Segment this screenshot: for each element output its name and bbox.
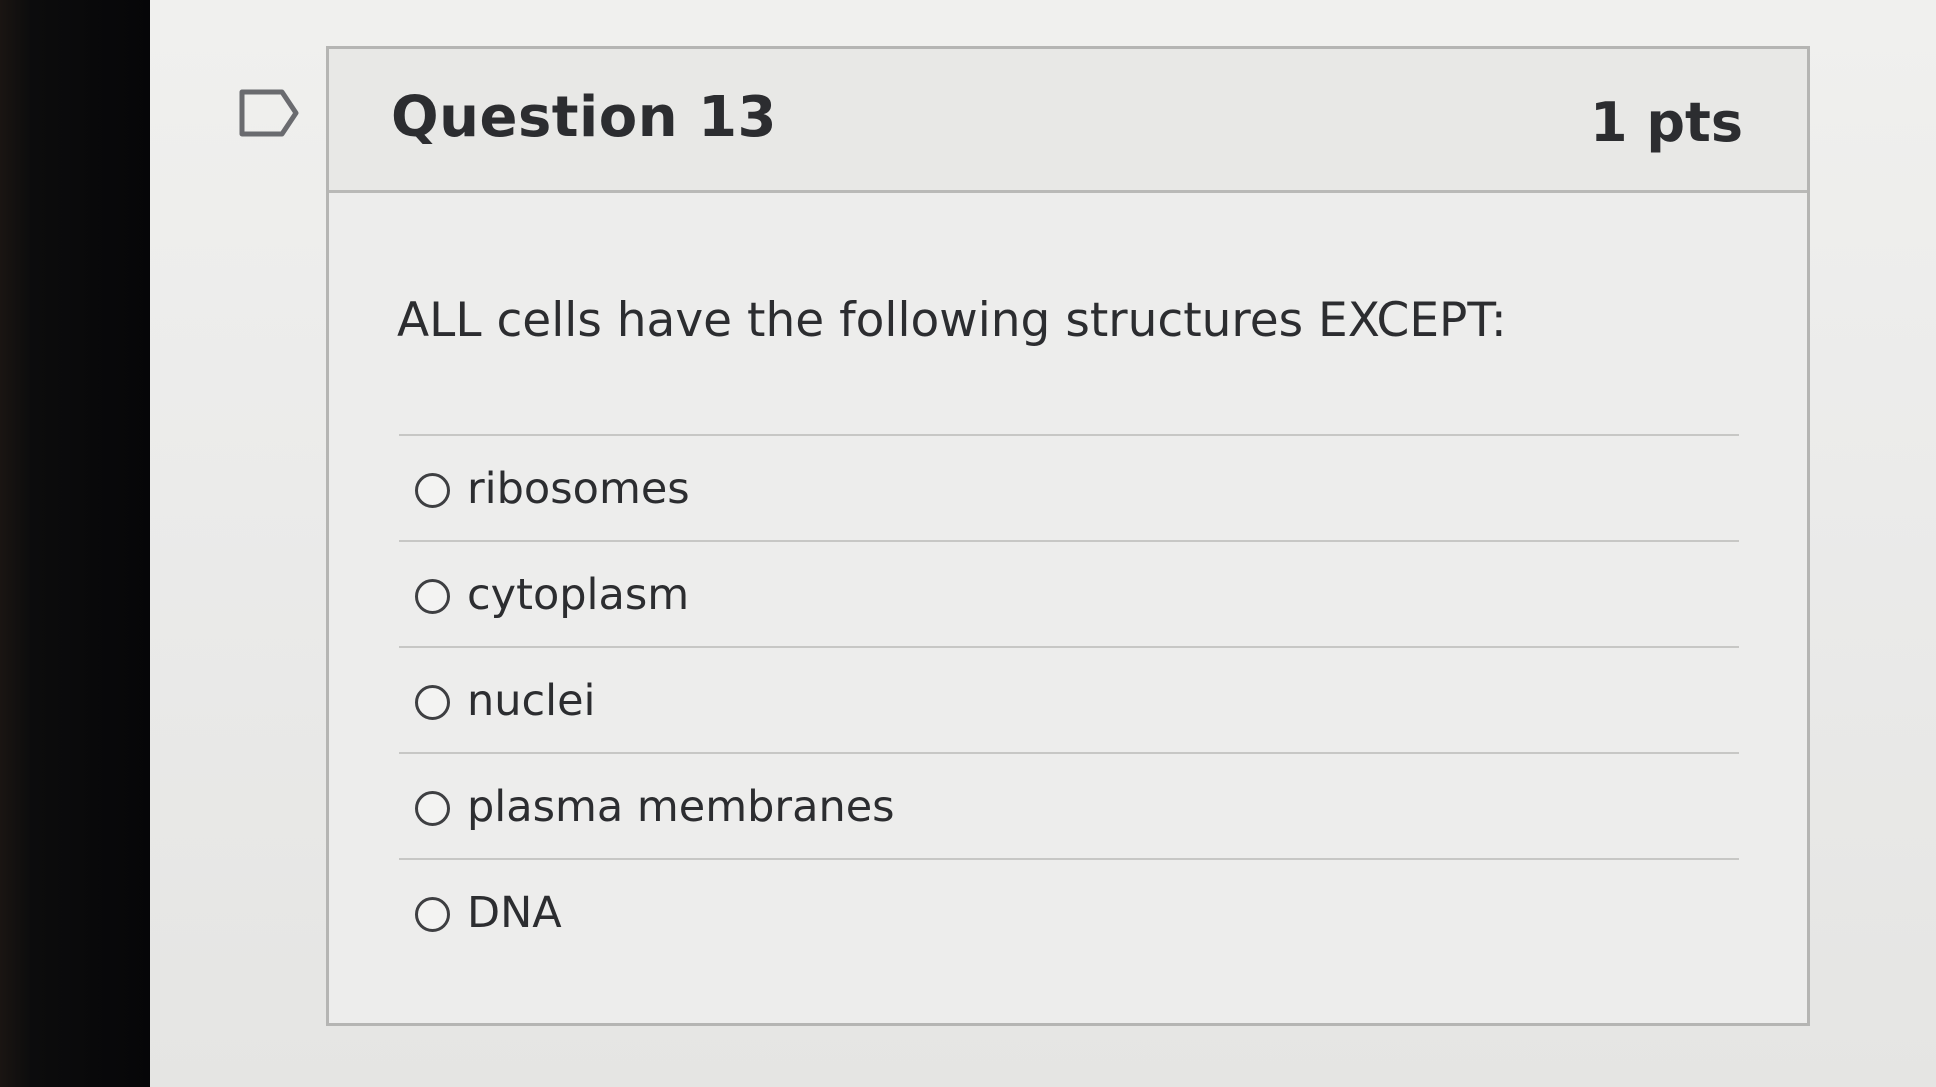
answer-option[interactable]: nuclei (399, 648, 1739, 754)
question-prompt: ALL cells have the following structures … (397, 293, 1507, 348)
answer-option[interactable]: DNA (399, 860, 1739, 966)
answer-label[interactable]: cytoplasm (467, 570, 689, 620)
answer-option[interactable]: cytoplasm (399, 542, 1739, 648)
monitor-bezel (0, 0, 175, 1087)
answer-list: ribosomes cytoplasm nuclei plasma membra… (399, 434, 1739, 966)
answer-label[interactable]: nuclei (467, 676, 596, 726)
question-title: Question 13 (391, 85, 778, 150)
answer-label[interactable]: DNA (467, 888, 562, 938)
question-header: Question 13 1 pts (329, 49, 1807, 193)
answer-option[interactable]: ribosomes (399, 436, 1739, 542)
radio-button[interactable] (415, 579, 450, 614)
answer-option[interactable]: plasma membranes (399, 754, 1739, 860)
radio-button[interactable] (415, 897, 450, 932)
question-points: 1 pts (1590, 91, 1743, 154)
question-card: Question 13 1 pts ALL cells have the fol… (326, 46, 1810, 1026)
radio-button[interactable] (415, 791, 450, 826)
radio-button[interactable] (415, 473, 450, 508)
radio-button[interactable] (415, 685, 450, 720)
answer-label[interactable]: ribosomes (467, 464, 690, 514)
flag-outline-icon[interactable] (238, 88, 300, 138)
answer-label[interactable]: plasma membranes (467, 782, 895, 832)
